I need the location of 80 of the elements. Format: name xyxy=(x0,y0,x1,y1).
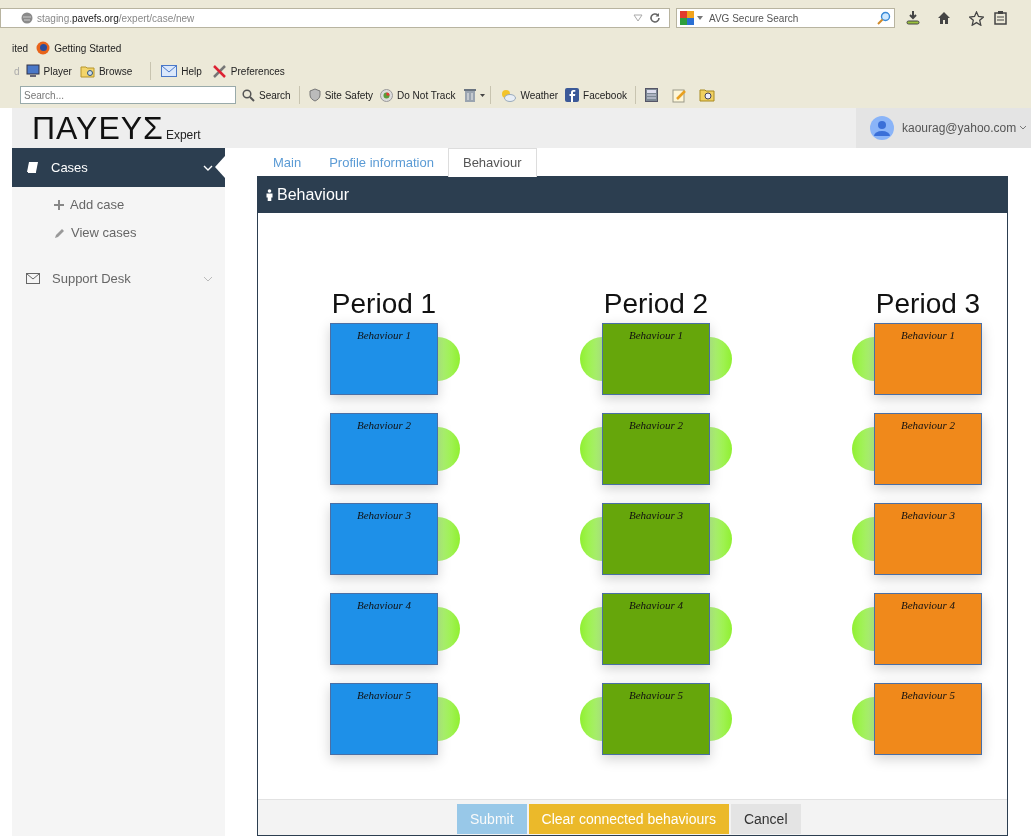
book-icon xyxy=(26,161,39,174)
behaviour-node[interactable]: Behaviour 5 xyxy=(602,683,710,755)
bookmark-link[interactable]: ited xyxy=(12,40,29,56)
sidebar-item[interactable]: Cases xyxy=(12,148,225,187)
toolbar-button[interactable]: Site Safety xyxy=(324,87,374,103)
search-icon xyxy=(242,88,255,102)
url-text: staging.pavefs.org/expert/case/new xyxy=(37,11,195,26)
submenu-item[interactable]: View cases xyxy=(12,219,225,247)
globe-icon xyxy=(380,88,394,102)
reload-icon[interactable] xyxy=(649,12,661,24)
behaviour-node[interactable]: Behaviour 3 xyxy=(874,503,982,575)
facebook-icon xyxy=(565,88,580,102)
behaviour-node[interactable]: Behaviour 1 xyxy=(874,323,982,395)
avg-logo-icon xyxy=(680,11,694,25)
toolbar-button[interactable]: Weather xyxy=(520,87,559,103)
caret-icon[interactable] xyxy=(697,16,703,20)
envelope-icon xyxy=(161,65,178,77)
tools-icon xyxy=(211,63,227,79)
pencil-icon xyxy=(54,227,65,239)
dropdown-icon[interactable] xyxy=(633,14,643,22)
period-title: Period 3 xyxy=(875,287,981,321)
download-icon[interactable] xyxy=(905,10,921,26)
chevron-down-icon xyxy=(203,275,213,282)
period-title: Period 2 xyxy=(603,287,709,321)
reading-list-icon[interactable] xyxy=(994,11,1007,25)
toolbar-button[interactable]: Player xyxy=(43,63,72,79)
user-email: kaourag@yahoo.com xyxy=(902,120,1017,137)
search-engine-placeholder: AVG Secure Search xyxy=(709,11,799,26)
period-title: Period 1 xyxy=(331,287,437,321)
toolbar-button[interactable]: Browse xyxy=(98,63,133,79)
search-icon[interactable] xyxy=(877,11,891,25)
behaviour-node[interactable]: Behaviour 3 xyxy=(602,503,710,575)
caret-icon xyxy=(1020,126,1027,130)
behaviour-node[interactable]: Behaviour 4 xyxy=(602,593,710,665)
globe-icon xyxy=(21,12,33,24)
behaviour-node[interactable]: Behaviour 1 xyxy=(330,323,438,395)
logo-subtitle: Expert xyxy=(165,127,201,144)
monitor-icon xyxy=(25,64,40,78)
submenu-item[interactable]: Add case xyxy=(12,191,225,219)
notepad-icon[interactable] xyxy=(671,87,687,103)
search-engine-field[interactable]: AVG Secure Search xyxy=(676,8,895,28)
logo-text: ΠΑΥΕΥΣ xyxy=(32,112,164,144)
sidebar-item[interactable]: Support Desk xyxy=(12,259,225,298)
avatar-icon xyxy=(870,116,894,140)
calculator-icon[interactable] xyxy=(644,88,658,102)
bookmark-link[interactable]: Getting Started xyxy=(54,40,122,56)
weather-icon xyxy=(500,88,517,102)
toolbar-button[interactable]: Do Not Track xyxy=(397,87,456,103)
folder-search-icon[interactable] xyxy=(698,88,715,102)
caret-icon[interactable] xyxy=(480,93,486,97)
behaviour-node[interactable]: Behaviour 2 xyxy=(330,413,438,485)
user-menu[interactable]: kaourag@yahoo.com xyxy=(856,108,1031,148)
behaviour-node[interactable]: Behaviour 4 xyxy=(330,593,438,665)
panel-title: Behaviour xyxy=(277,185,350,205)
cancel-button[interactable]: Cancel xyxy=(730,804,801,834)
envelope-icon xyxy=(26,273,40,284)
notch-icon xyxy=(215,156,225,178)
behaviour-node[interactable]: Behaviour 5 xyxy=(874,683,982,755)
star-icon[interactable] xyxy=(969,10,984,26)
person-icon xyxy=(266,189,273,201)
toolbar-button[interactable]: Help xyxy=(181,63,202,79)
search-field[interactable]: Search... xyxy=(20,86,236,104)
folder-icon xyxy=(79,64,95,78)
behaviour-node[interactable]: Behaviour 1 xyxy=(602,323,710,395)
behaviour-node[interactable]: Behaviour 2 xyxy=(602,413,710,485)
toolbar-button[interactable]: Facebook xyxy=(583,87,627,103)
firefox-icon xyxy=(36,41,51,55)
plus-icon xyxy=(54,200,64,210)
behaviour-node[interactable]: Behaviour 5 xyxy=(330,683,438,755)
behaviour-node[interactable]: Behaviour 2 xyxy=(874,413,982,485)
toolbar-button[interactable]: Preferences xyxy=(230,63,285,79)
chevron-down-icon xyxy=(203,164,213,171)
tab[interactable]: Behaviour xyxy=(447,148,537,177)
behaviour-node[interactable]: Behaviour 3 xyxy=(330,503,438,575)
behaviour-node[interactable]: Behaviour 4 xyxy=(874,593,982,665)
toolbar-button[interactable]: Search xyxy=(259,87,291,103)
address-bar[interactable]: staging.pavefs.org/expert/case/new xyxy=(0,8,670,28)
shield-icon xyxy=(308,88,321,102)
home-icon[interactable] xyxy=(937,11,951,25)
trash-icon[interactable] xyxy=(464,88,477,102)
